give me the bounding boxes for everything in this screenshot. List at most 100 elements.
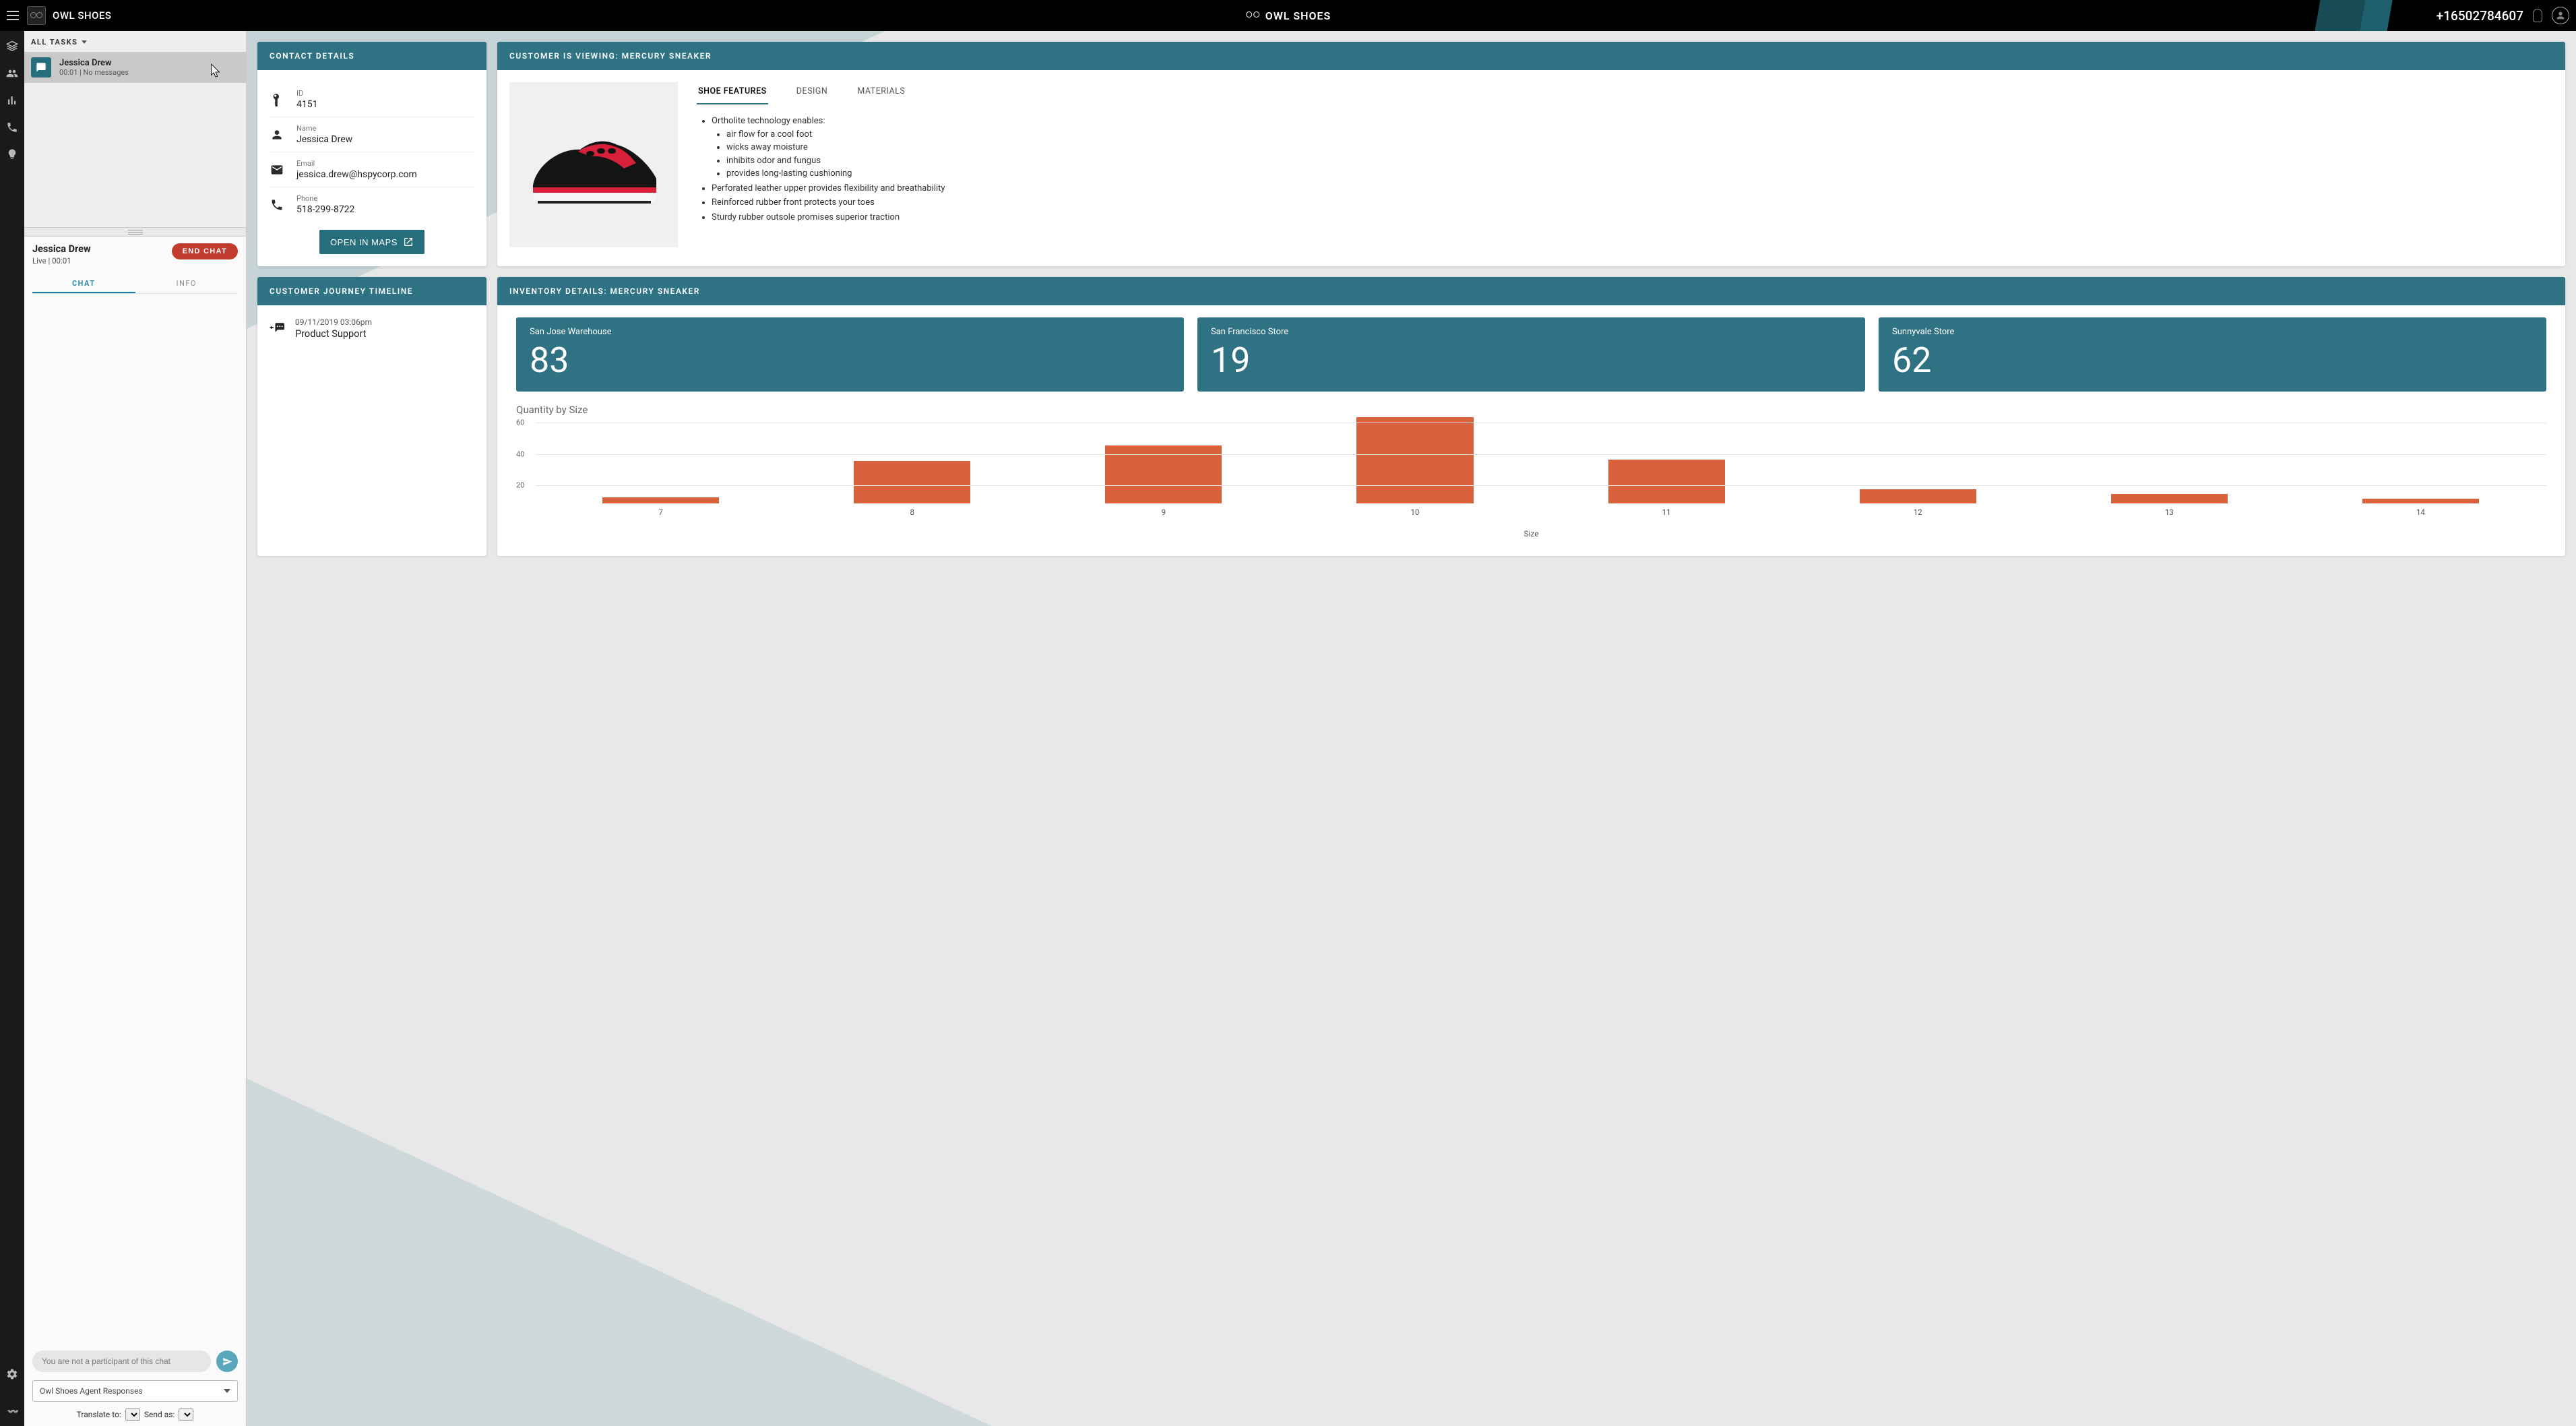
open-in-maps-label: OPEN IN MAPS <box>330 237 398 247</box>
lightbulb-icon[interactable] <box>6 148 18 160</box>
chart-x-tick: 9 <box>1162 507 1166 517</box>
tab-materials[interactable]: MATERIALS <box>856 82 906 104</box>
conversation-name: Jessica Drew <box>32 243 91 255</box>
feature-item: Perforated leather upper provides flexib… <box>712 182 2553 195</box>
phone-icon[interactable] <box>6 121 18 133</box>
journey-card: CUSTOMER JOURNEY TIMELINE 09/11/2019 03:… <box>257 277 486 556</box>
brand-left: OWL SHOES <box>27 6 111 25</box>
analytics-icon[interactable] <box>6 94 18 106</box>
brand-center-text: OWL SHOES <box>1265 9 1331 22</box>
chart-bar: 10 <box>1315 417 1516 517</box>
customer-viewing-card: CUSTOMER IS VIEWING: MERCURY SNEAKER SHO… <box>497 42 2565 266</box>
chart-y-tick: 20 <box>516 481 524 490</box>
send-icon <box>222 1357 232 1367</box>
pane-resize-handle[interactable] <box>24 227 246 237</box>
end-chat-button[interactable]: END CHAT <box>172 243 238 259</box>
inventory-location-qty: 83 <box>530 340 1170 381</box>
chevron-down-icon <box>224 1389 230 1393</box>
chart-y-tick: 60 <box>516 418 524 427</box>
chart-bar: 9 <box>1063 445 1265 517</box>
contact-details-title: CONTACT DETAILS <box>257 42 486 70</box>
journey-title: CUSTOMER JOURNEY TIMELINE <box>257 277 486 305</box>
contact-name-value: Jessica Drew <box>296 134 352 145</box>
inventory-location-card: Sunnyvale Store 62 <box>1879 317 2546 392</box>
inventory-location-card: San Francisco Store 19 <box>1197 317 1865 392</box>
menu-icon[interactable] <box>7 11 19 20</box>
chart-x-tick: 13 <box>2165 507 2174 517</box>
inventory-location-name: San Francisco Store <box>1211 327 1852 337</box>
brand-left-text: OWL SHOES <box>53 9 111 22</box>
sendas-select[interactable] <box>179 1408 193 1421</box>
agent-responses-select[interactable]: Owl Shoes Agent Responses <box>32 1380 238 1402</box>
chart-bar: 8 <box>811 461 1013 517</box>
journey-timestamp: 09/11/2019 03:06pm <box>295 317 372 327</box>
feature-item: Ortholite technology enables:air flow fo… <box>712 115 2553 181</box>
contact-id-label: ID <box>296 89 317 98</box>
inventory-location-qty: 19 <box>1211 340 1852 381</box>
chart-y-tick: 40 <box>516 450 524 458</box>
inventory-location-name: Sunnyvale Store <box>1892 327 2533 337</box>
open-in-maps-button[interactable]: OPEN IN MAPS <box>319 230 425 254</box>
task-meta: 00:01 | No messages <box>59 68 129 77</box>
feature-list: Ortholite technology enables:air flow fo… <box>697 115 2553 224</box>
contact-name-label: Name <box>296 124 352 133</box>
owl-logo-icon <box>27 6 46 25</box>
tab-chat[interactable]: CHAT <box>32 275 135 293</box>
user-avatar-icon[interactable] <box>2552 7 2569 24</box>
contact-phone-label: Phone <box>296 194 354 203</box>
tasks-icon[interactable] <box>6 40 18 53</box>
contacts-icon[interactable] <box>6 67 18 80</box>
task-pane: ALL TASKS Jessica Drew 00:01 | No messag… <box>24 31 247 1426</box>
agent-responses-label: Owl Shoes Agent Responses <box>40 1386 143 1396</box>
chart-x-axis-title: Size <box>1523 529 1538 538</box>
chat-icon <box>31 57 51 78</box>
open-external-icon <box>403 237 414 247</box>
settings-icon[interactable] <box>6 1368 18 1380</box>
chart-x-tick: 8 <box>910 507 914 517</box>
inventory-title: INVENTORY DETAILS: MERCURY SNEAKER <box>497 277 2565 305</box>
chart-bar: 7 <box>560 497 761 517</box>
left-rail <box>0 31 24 1426</box>
task-name: Jessica Drew <box>59 58 129 68</box>
feature-item: Reinforced rubber front protects your to… <box>712 196 2553 210</box>
chart-bar: 12 <box>1817 489 2019 517</box>
email-icon <box>270 163 284 177</box>
contact-phone-value: 518-299-8722 <box>296 204 354 215</box>
conversation-meta: Live | 00:01 <box>32 256 91 266</box>
tab-shoe-features[interactable]: SHOE FEATURES <box>697 82 768 104</box>
incoming-chat-icon <box>270 321 284 336</box>
top-bar: OWL SHOES OWL SHOES +16502784607 <box>0 0 2576 31</box>
chat-input[interactable] <box>32 1351 211 1372</box>
feature-subitem: air flow for a cool foot <box>726 128 2553 142</box>
inventory-card: INVENTORY DETAILS: MERCURY SNEAKER San J… <box>497 277 2565 556</box>
tab-info[interactable]: INFO <box>135 275 239 293</box>
chevron-down-icon <box>82 40 87 44</box>
chat-messages-area <box>32 294 238 1346</box>
microphone-icon[interactable] <box>2533 9 2542 22</box>
contact-email-label: Email <box>296 159 417 168</box>
tab-design[interactable]: DESIGN <box>795 82 829 104</box>
key-icon <box>270 93 284 106</box>
translate-label: Translate to: <box>77 1410 121 1419</box>
owl-center-icon <box>1245 8 1260 23</box>
chart-x-tick: 14 <box>2416 507 2425 517</box>
translate-select[interactable] <box>125 1408 140 1421</box>
inventory-location-qty: 62 <box>1892 340 2533 381</box>
contact-id-value: 4151 <box>296 99 317 110</box>
task-row[interactable]: Jessica Drew 00:01 | No messages <box>24 52 246 83</box>
customer-viewing-title: CUSTOMER IS VIEWING: MERCURY SNEAKER <box>497 42 2565 70</box>
header-phone: +16502784607 <box>2437 8 2523 24</box>
glasses-icon[interactable] <box>6 1404 18 1417</box>
brand-center: OWL SHOES <box>1245 8 1331 23</box>
chart-x-tick: 11 <box>1662 507 1671 517</box>
journey-event: Product Support <box>295 328 372 340</box>
feature-subitem: wicks away moisture <box>726 141 2553 154</box>
sendas-label: Send as: <box>144 1410 175 1419</box>
feature-item: Sturdy rubber outsole promises superior … <box>712 211 2553 224</box>
send-button[interactable] <box>216 1351 238 1372</box>
contact-email-value: jessica.drew@hspycorp.com <box>296 169 417 180</box>
task-filter-dropdown[interactable]: ALL TASKS <box>24 31 246 52</box>
inventory-location-name: San Jose Warehouse <box>530 327 1170 337</box>
feature-subitem: provides long-lasting cushioning <box>726 167 2553 181</box>
feature-subitem: inhibits odor and fungus <box>726 154 2553 168</box>
